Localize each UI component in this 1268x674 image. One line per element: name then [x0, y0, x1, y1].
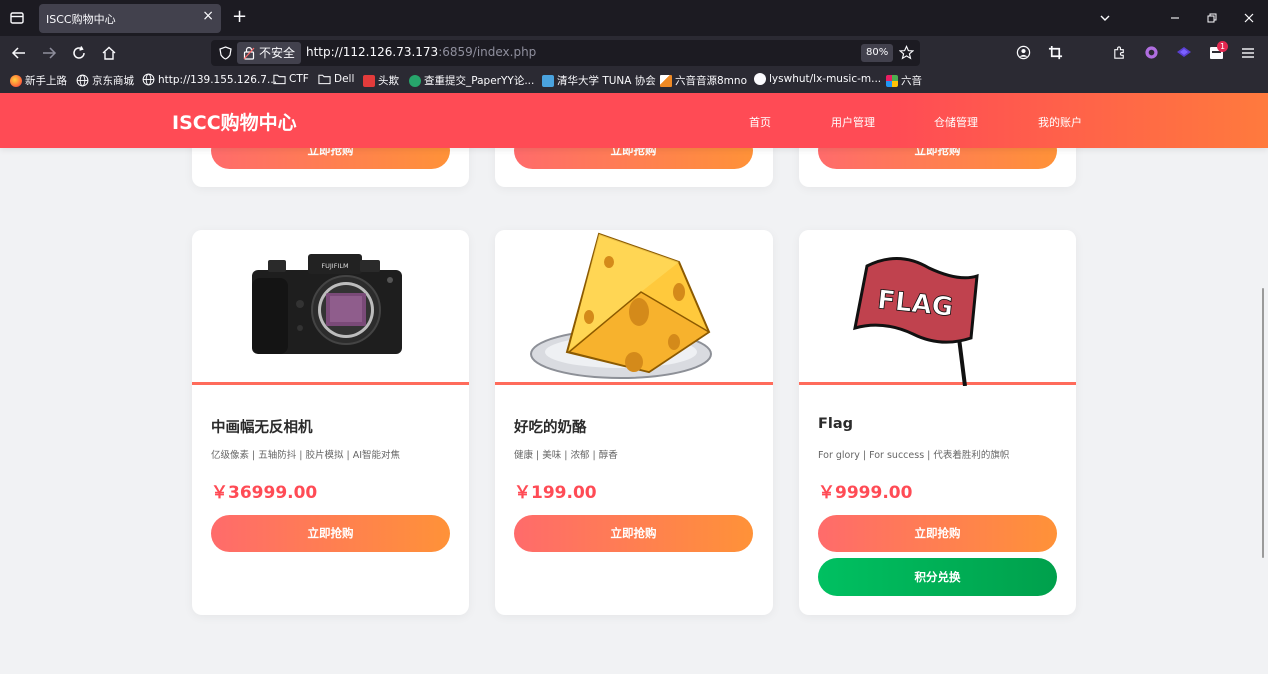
scrollbar-thumb[interactable]: [1262, 288, 1264, 558]
github-icon: [754, 73, 766, 85]
site-logo[interactable]: ISCC购物中心: [172, 108, 297, 135]
close-tab-icon[interactable]: ×: [202, 8, 214, 24]
page-scrollbar[interactable]: [1258, 148, 1268, 674]
back-icon[interactable]: [11, 45, 27, 61]
flag-image[interactable]: FLAG: [849, 246, 989, 386]
product-description: 亿级像素 | 五轴防抖 | 胶片模拟 | AI智能对焦: [211, 450, 401, 461]
url-text[interactable]: http://112.126.73.173:6859/index.php: [306, 45, 536, 59]
camera-image[interactable]: FUJIFILM: [248, 248, 408, 360]
reload-icon[interactable]: [71, 45, 87, 61]
product-card-flag: FLAG Flag For glory | For success | 代表着胜…: [799, 230, 1076, 615]
bookmark-item[interactable]: http://139.155.126.7...: [142, 73, 277, 86]
product-card-camera: FUJIFILM 中画幅无反相机 亿级像素 | 五轴防抖 | 胶片模拟 | AI…: [192, 230, 469, 615]
buy-now-button[interactable]: 立即抢购: [514, 515, 753, 552]
camera-brand-label: FUJIFILM: [321, 262, 348, 270]
tab-list-icon[interactable]: [8, 9, 26, 27]
purple-circle-extension-icon[interactable]: [1144, 45, 1159, 60]
product-description: 健康 | 美味 | 浓郁 | 醇香: [514, 450, 618, 461]
folder-icon: [318, 74, 331, 85]
bookmark-item[interactable]: Dell: [318, 73, 354, 85]
product-description: For glory | For success | 代表着胜利的旗帜: [818, 450, 1010, 461]
firefox-icon: [10, 74, 22, 87]
bookmark-label: 六音音源8mno: [675, 75, 747, 87]
nav-user-management[interactable]: 用户管理: [831, 114, 875, 130]
shield-icon[interactable]: [219, 46, 232, 60]
product-image-container: FLAG: [799, 230, 1076, 386]
product-name: Flag: [818, 416, 854, 432]
bookmark-label: http://139.155.126.7...: [158, 73, 277, 86]
product-name: 中画幅无反相机: [211, 420, 313, 436]
forward-icon[interactable]: [41, 45, 57, 61]
globe-icon: [142, 73, 155, 86]
restore-icon[interactable]: [1206, 12, 1218, 24]
extensions-icon[interactable]: [1112, 45, 1127, 60]
folder-icon: [273, 74, 286, 85]
minimize-icon[interactable]: [1169, 12, 1181, 24]
bookmark-label: lyswhut/lx-music-m...: [769, 73, 882, 85]
bookmark-item[interactable]: 六音: [886, 73, 922, 88]
bookmark-label: 新手上路: [25, 75, 67, 87]
bookmark-label: 六音: [901, 75, 922, 87]
extension-badge: 1: [1217, 41, 1229, 52]
tab-title: ISCC购物中心: [46, 13, 116, 26]
tuna-icon: [542, 74, 554, 87]
crop-icon[interactable]: [1048, 45, 1063, 60]
bookmarks-bar: 新手上路 京东商城 http://139.155.126.7... CTF De…: [0, 70, 1268, 93]
account-icon[interactable]: [1016, 45, 1031, 60]
nav-my-account[interactable]: 我的账户: [1038, 114, 1082, 130]
close-window-icon[interactable]: [1243, 12, 1255, 24]
bookmark-label: 查重提交_PaperYY论...: [424, 75, 535, 87]
bookmark-item[interactable]: 京东商城: [76, 73, 134, 88]
notification-extension-icon[interactable]: 1: [1209, 41, 1229, 60]
bookmark-item[interactable]: lyswhut/lx-music-m...: [754, 73, 881, 85]
paperyy-icon: [409, 74, 421, 87]
toutiao-icon: [363, 74, 375, 87]
nav-home[interactable]: 首页: [749, 114, 771, 130]
product-image-container: FUJIFILM: [192, 230, 469, 385]
globe-icon: [76, 74, 89, 87]
new-tab-button[interactable]: +: [232, 6, 247, 27]
bookmark-label: 清华大学 TUNA 协会: [557, 75, 656, 87]
bookmark-star-icon[interactable]: [899, 45, 914, 60]
menu-icon[interactable]: [1241, 46, 1255, 60]
home-icon[interactable]: [101, 45, 117, 61]
active-tab[interactable]: ISCC购物中心 ×: [39, 4, 221, 33]
address-bar[interactable]: 不安全 http://112.126.73.173:6859/index.php…: [211, 40, 920, 66]
unlocked-icon: [243, 46, 255, 60]
stack-extension-icon[interactable]: [1176, 45, 1192, 60]
bookmark-label: Dell: [334, 73, 355, 85]
zoom-level[interactable]: 80%: [861, 44, 894, 62]
bookmark-item[interactable]: CTF: [273, 73, 309, 85]
cheese-image[interactable]: [529, 232, 713, 382]
url-host: http://112.126.73.173: [306, 45, 439, 59]
bookmark-label: CTF: [289, 73, 309, 85]
bookmark-item[interactable]: 新手上路: [10, 73, 67, 88]
browser-tab-bar: ISCC购物中心 × +: [0, 0, 1268, 36]
puzzle-icon: [886, 74, 898, 87]
bookmark-item[interactable]: 清华大学 TUNA 协会: [542, 73, 656, 88]
bookmark-label: 头欺: [378, 75, 399, 87]
buy-now-button[interactable]: 立即抢购: [211, 515, 450, 552]
url-path: :6859/index.php: [438, 45, 537, 59]
product-image-container: [495, 230, 773, 385]
buy-now-button[interactable]: 立即抢购: [818, 515, 1057, 552]
points-exchange-button[interactable]: 积分兑换: [818, 558, 1057, 596]
chevron-down-icon[interactable]: [1099, 12, 1111, 24]
product-card-cheese: 好吃的奶酪 健康 | 美味 | 浓郁 | 醇香 ￥199.00 立即抢购: [495, 230, 773, 615]
insecure-connection-badge[interactable]: 不安全: [237, 42, 302, 64]
nav-warehouse-management[interactable]: 仓储管理: [934, 114, 978, 130]
bookmark-item[interactable]: 头欺: [363, 73, 399, 88]
bookmark-label: 京东商城: [92, 75, 134, 87]
product-price: ￥9999.00: [818, 483, 913, 503]
insecure-label: 不安全: [259, 46, 296, 60]
bookmark-item[interactable]: 六音音源8mno: [660, 73, 747, 88]
product-price: ￥36999.00: [211, 483, 318, 503]
bookmark-item[interactable]: 查重提交_PaperYY论...: [409, 73, 534, 88]
picture-icon: [660, 74, 672, 87]
product-price: ￥199.00: [514, 483, 597, 503]
site-header: ISCC购物中心 首页 用户管理 仓储管理 我的账户: [0, 93, 1268, 148]
product-name: 好吃的奶酪: [514, 420, 587, 436]
browser-nav-bar: 不安全 http://112.126.73.173:6859/index.php…: [0, 36, 1268, 70]
